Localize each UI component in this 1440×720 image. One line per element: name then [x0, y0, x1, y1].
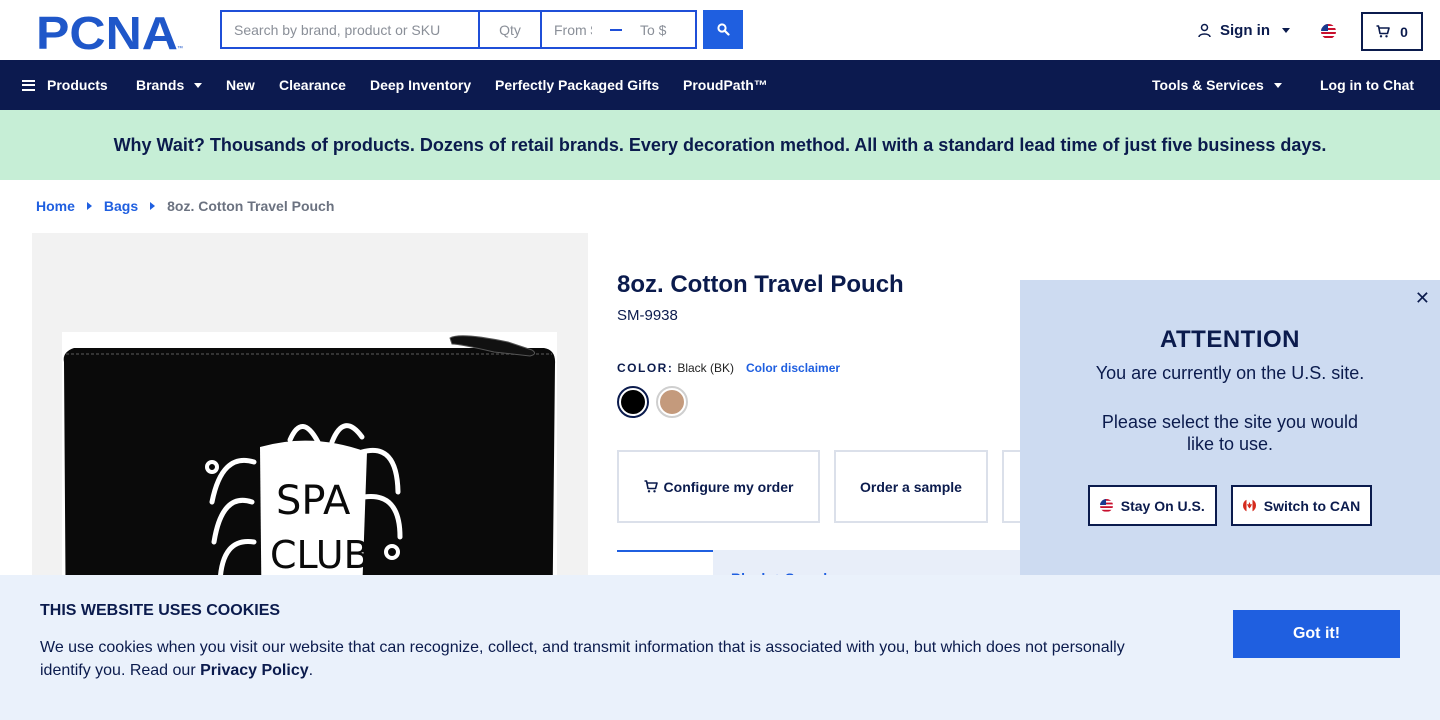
cookie-title: THIS WEBSITE USES COOKIES — [40, 602, 281, 619]
cart-count: 0 — [1400, 23, 1408, 40]
region-modal: ✕ ATTENTION You are currently on the U.S… — [1020, 280, 1440, 580]
main-nav: Products Brands New Clearance Deep Inven… — [0, 60, 1440, 110]
region-modal-title: ATTENTION — [1159, 326, 1301, 353]
nav-brands-label: Brands — [136, 77, 185, 93]
price-range — [541, 10, 697, 49]
price-from-input[interactable] — [542, 12, 604, 47]
svg-text:PCNA: PCNA — [36, 12, 178, 52]
region-modal-actions: Stay On U.S. Switch to CAN — [1020, 485, 1440, 526]
cookie-accept-button[interactable]: Got it! — [1233, 610, 1400, 658]
nav-gifts[interactable]: Perfectly Packaged Gifts — [495, 60, 659, 110]
chevron-down-icon — [1282, 28, 1290, 33]
breadcrumb-bags[interactable]: Bags — [104, 198, 138, 214]
nav-login-chat[interactable]: Log in to Chat — [1320, 60, 1414, 110]
swatch-natural[interactable] — [656, 386, 688, 418]
order-sample-button[interactable]: Order a sample — [834, 450, 988, 523]
hamburger-icon — [22, 79, 35, 91]
user-icon — [1198, 23, 1211, 38]
swatch-black[interactable] — [617, 386, 649, 418]
close-icon[interactable]: ✕ — [1415, 288, 1430, 309]
swatch-color — [660, 390, 684, 414]
search-button[interactable] — [703, 10, 743, 49]
us-flag-icon — [1099, 499, 1113, 512]
cookie-period: . — [308, 662, 314, 679]
product-image-panel: SPA CLUB — [32, 233, 588, 633]
cookie-text: We use cookies when you visit our websit… — [40, 636, 1160, 682]
configure-order-button[interactable]: Configure my order — [617, 450, 820, 523]
nav-new[interactable]: New — [226, 60, 255, 110]
cart-button[interactable]: 0 — [1361, 12, 1423, 51]
region-modal-line2: Please select the site you would like to… — [1101, 412, 1359, 454]
breadcrumb: Home Bags 8oz. Cotton Travel Pouch — [36, 198, 334, 214]
chevron-right-icon — [150, 202, 156, 210]
nav-tools-label: Tools & Services — [1152, 77, 1264, 93]
chevron-down-icon — [1273, 82, 1282, 88]
pcna-logo[interactable]: PCNA ™ — [36, 12, 184, 52]
cart-icon — [644, 480, 658, 493]
stay-us-button[interactable]: Stay On U.S. — [1087, 485, 1217, 526]
promo-banner: Why Wait? Thousands of products. Dozens … — [0, 110, 1440, 180]
canada-flag-icon — [1242, 499, 1256, 512]
svg-text:SPA: SPA — [276, 478, 351, 524]
switch-can-button[interactable]: Switch to CAN — [1230, 485, 1373, 526]
privacy-policy-link[interactable]: Privacy Policy — [200, 662, 309, 679]
promo-banner-text: Why Wait? Thousands of products. Dozens … — [113, 134, 1327, 155]
color-label: COLOR: — [617, 361, 674, 375]
us-flag-icon[interactable] — [1321, 24, 1336, 39]
chevron-down-icon — [194, 82, 203, 88]
region-modal-line1: You are currently on the U.S. site. — [1095, 363, 1365, 383]
switch-can-label: Switch to CAN — [1263, 497, 1361, 514]
search-input[interactable] — [220, 10, 479, 49]
nav-products[interactable]: Products — [22, 60, 108, 110]
product-title: 8oz. Cotton Travel Pouch — [617, 271, 904, 298]
chevron-right-icon — [86, 202, 92, 210]
price-dash — [610, 28, 622, 31]
svg-text:™: ™ — [177, 45, 183, 52]
color-disclaimer-link[interactable]: Color disclaimer — [746, 361, 840, 375]
sign-in-label: Sign in — [1220, 22, 1270, 39]
stay-us-label: Stay On U.S. — [1120, 497, 1205, 514]
order-sample-label: Order a sample — [860, 478, 962, 495]
nav-brands[interactable]: Brands — [136, 60, 203, 110]
svg-text:CLUB: CLUB — [270, 533, 370, 577]
nav-proudpath[interactable]: ProudPath™ — [683, 60, 768, 110]
nav-tools-services[interactable]: Tools & Services — [1152, 60, 1282, 110]
swatch-color — [621, 390, 645, 414]
qty-input[interactable] — [479, 10, 541, 49]
sign-in-menu[interactable]: Sign in — [1197, 22, 1290, 39]
product-sku: SM-9938 — [617, 307, 678, 324]
configure-order-label: Configure my order — [663, 478, 794, 495]
breadcrumb-home[interactable]: Home — [36, 198, 75, 214]
cart-icon — [1376, 25, 1390, 38]
color-selector-label: COLOR: Black (BK) Color disclaimer — [617, 361, 840, 375]
cookie-banner: THIS WEBSITE USES COOKIES We use cookies… — [0, 575, 1440, 720]
search-bar — [220, 10, 697, 49]
breadcrumb-current: 8oz. Cotton Travel Pouch — [167, 198, 335, 214]
nav-clearance[interactable]: Clearance — [279, 60, 346, 110]
nav-deep-inventory[interactable]: Deep Inventory — [370, 60, 471, 110]
price-to-input[interactable] — [628, 12, 690, 47]
color-value: Black (BK) — [677, 361, 735, 375]
search-icon — [716, 23, 730, 36]
nav-products-label: Products — [47, 77, 108, 93]
top-header: PCNA ™ Sign in — [0, 0, 1440, 60]
